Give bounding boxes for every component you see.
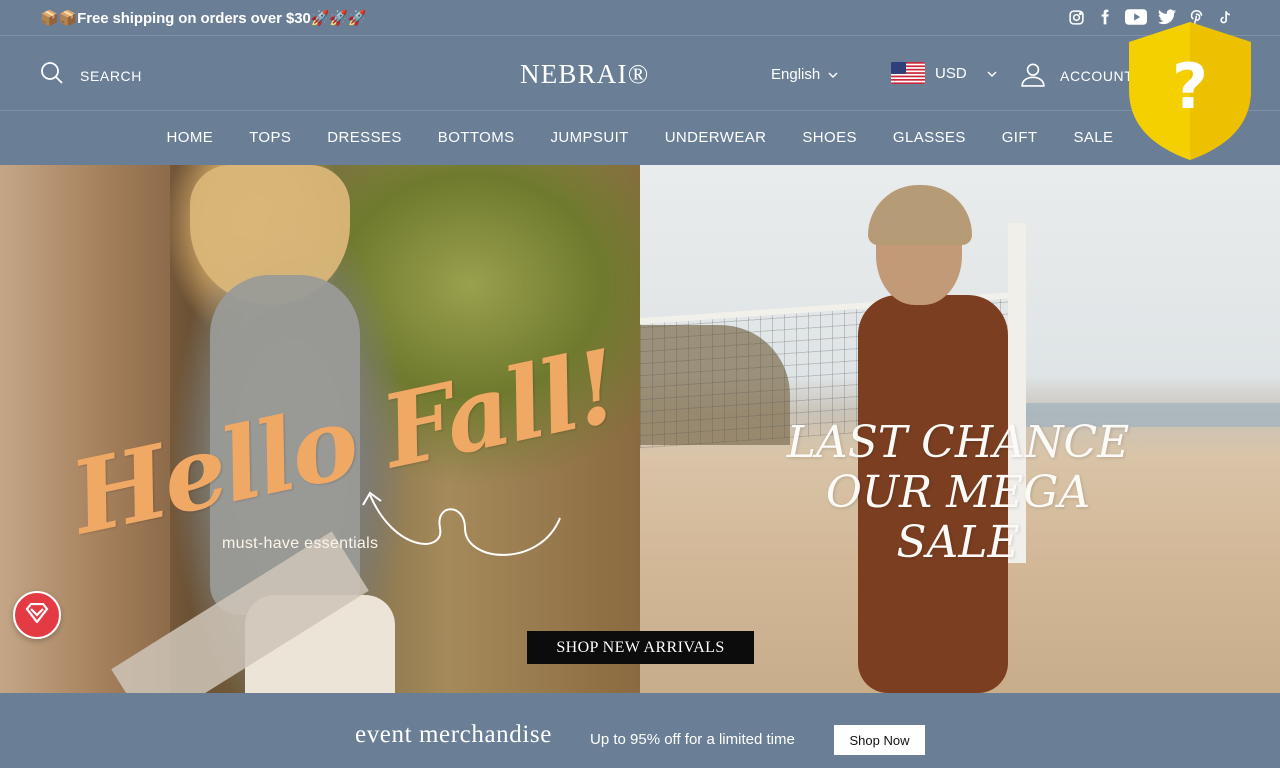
announcement-bar: 📦📦Free shipping on orders over $30🚀🚀🚀 — [0, 0, 1280, 36]
headline-line-1: LAST CHANCE — [786, 417, 1130, 468]
chevron-down-icon — [828, 66, 838, 83]
search-button[interactable]: SEARCH — [40, 61, 142, 90]
nav-item-underwear[interactable]: UNDERWEAR — [647, 129, 785, 146]
nav-item-bottoms[interactable]: BOTTOMS — [420, 129, 533, 146]
headline-line-2: OUR MEGA SALE — [825, 467, 1091, 568]
question-shield-badge-icon[interactable]: ? — [1127, 20, 1253, 162]
promo-title: event merchandise — [355, 721, 552, 748]
nav-item-shoes[interactable]: SHOES — [784, 129, 875, 146]
svg-text:?: ? — [1172, 50, 1208, 123]
nav-item-home[interactable]: HOME — [149, 129, 232, 146]
bucket-hat — [868, 185, 972, 245]
nav-item-glasses[interactable]: GLASSES — [875, 129, 984, 146]
instagram-icon[interactable] — [1067, 8, 1085, 26]
brand-logo[interactable]: NEBRAI® — [520, 59, 649, 90]
nav-item-sale[interactable]: SALE — [1056, 129, 1132, 146]
shop-now-button[interactable]: Shop Now — [834, 725, 925, 755]
nav-item-gift[interactable]: GIFT — [984, 129, 1056, 146]
account-button[interactable]: ACCOUNT — [1020, 61, 1133, 90]
hero-left-subtext: must-have essentials — [222, 535, 379, 552]
us-flag-icon — [891, 62, 925, 84]
last-chance-headline: LAST CHANCE OUR MEGA SALE — [778, 418, 1138, 568]
nav-item-tops[interactable]: TOPS — [231, 129, 309, 146]
search-label: SEARCH — [80, 67, 142, 84]
promo-subtitle: Up to 95% off for a limited time — [590, 731, 795, 748]
announcement-text: 📦📦Free shipping on orders over $30🚀🚀🚀 — [40, 10, 367, 27]
rewards-heart-button[interactable] — [13, 591, 61, 639]
search-icon — [40, 61, 64, 90]
hero-banner[interactable]: Hello Fall! must-have essentials LAST CH… — [0, 165, 1280, 693]
curved-arrow-icon — [362, 491, 561, 556]
currency-value: USD — [935, 64, 967, 82]
account-label: ACCOUNT — [1060, 67, 1134, 84]
language-selector[interactable]: English — [771, 66, 838, 83]
language-value: English — [771, 66, 821, 83]
currency-selector[interactable]: USD — [891, 62, 997, 84]
shop-new-arrivals-button[interactable]: SHOP NEW ARRIVALS — [527, 631, 754, 664]
main-navigation: HOME TOPS DRESSES BOTTOMS JUMPSUIT UNDER… — [0, 112, 1280, 165]
chevron-down-icon — [987, 65, 997, 82]
promo-strip: event merchandise Up to 95% off for a li… — [0, 693, 1280, 768]
nav-item-jumpsuit[interactable]: JUMPSUIT — [533, 129, 647, 146]
facebook-icon[interactable] — [1096, 8, 1114, 26]
nav-item-dresses[interactable]: DRESSES — [309, 129, 420, 146]
user-icon — [1020, 61, 1046, 90]
site-header: SEARCH NEBRAI® English USD ACCOUNT — [0, 37, 1280, 111]
heart-diamond-icon — [25, 602, 49, 628]
